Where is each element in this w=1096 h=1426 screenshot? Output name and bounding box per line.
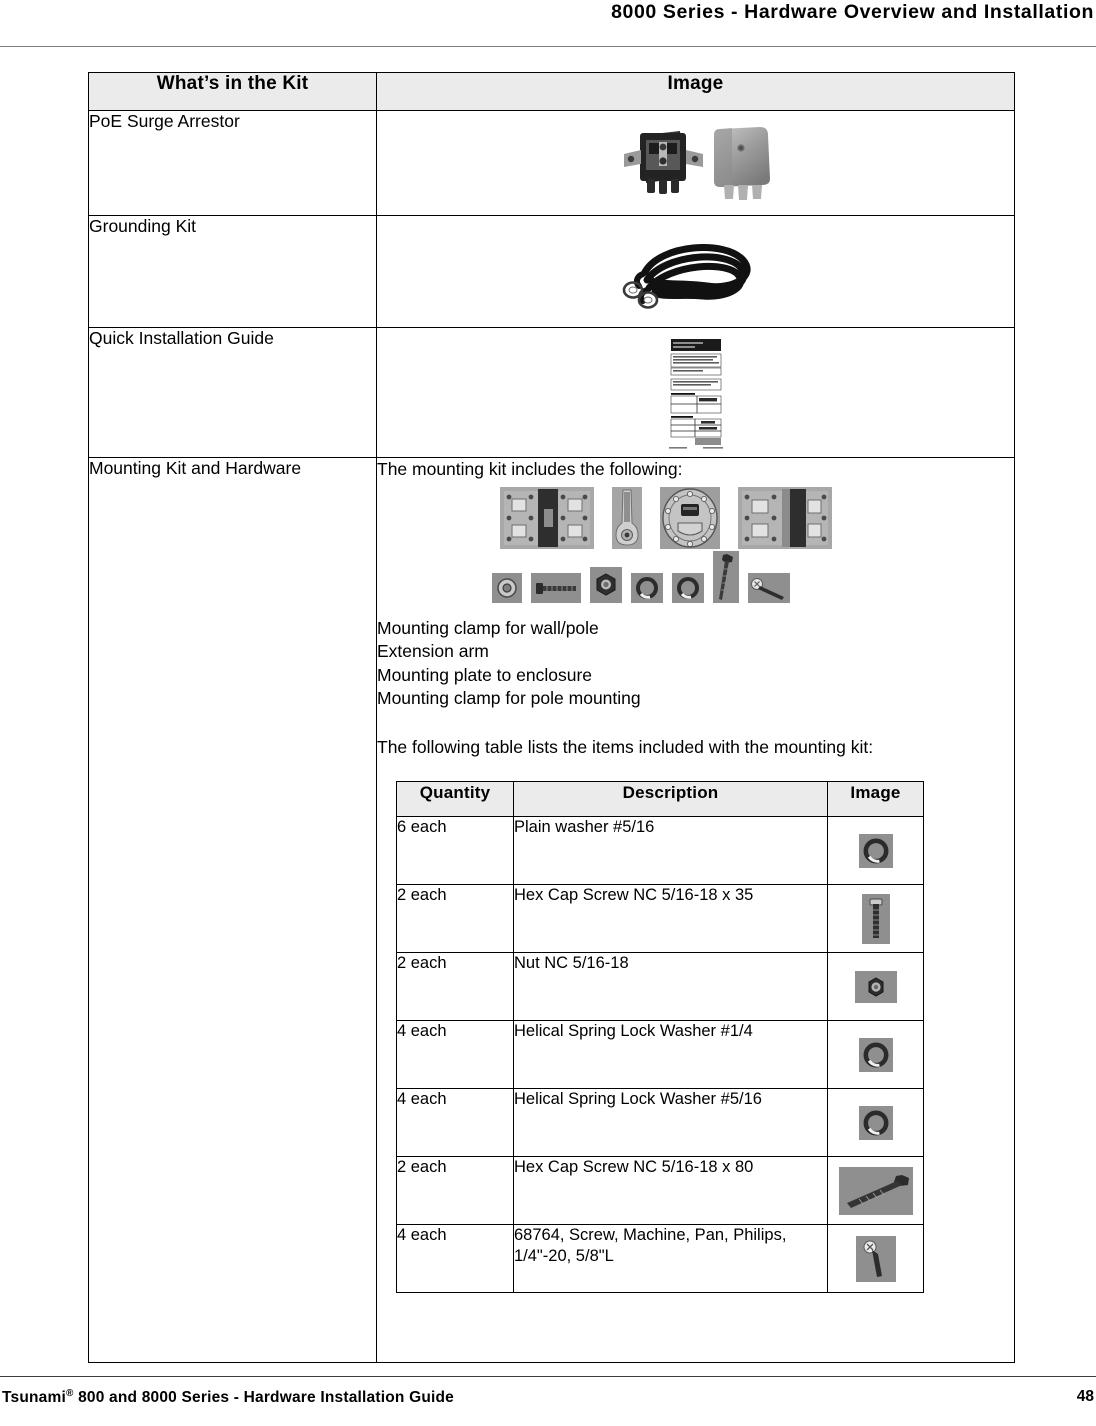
column-header-image: Image — [376, 72, 1015, 111]
lock-washer-five-sixteenth-photo — [858, 1105, 893, 1140]
part-image-cell — [827, 1088, 924, 1158]
table-row: 4 each 68764, Screw, Machine, Pan, Phili… — [396, 1224, 924, 1294]
mounting-plate-enclosure-photo — [659, 487, 720, 550]
mounting-parts-table: Quantity Description Image 6 each Plain … — [396, 781, 924, 1294]
part-quantity: 4 each — [396, 1224, 514, 1294]
part-quantity: 2 each — [396, 1156, 514, 1226]
mounting-kit-cell: The mounting kit includes the following: — [376, 457, 1015, 1363]
kit-item-image-cell — [376, 215, 1015, 328]
header-divider — [0, 46, 1096, 47]
table-row: 4 each Helical Spring Lock Washer #1/4 — [396, 1020, 924, 1090]
part-image-cell — [827, 816, 924, 886]
lock-washer-five-sixteenth-photo — [671, 573, 704, 604]
list-item: Mounting plate to enclosure — [377, 664, 592, 685]
kit-item-image-cell — [376, 110, 1015, 216]
plain-washer-photo — [491, 573, 522, 604]
mounting-clamp-pole-photo — [737, 487, 832, 550]
kit-contents-table: What’s in the Kit Image PoE Surge Arrest… — [88, 72, 1015, 1363]
quick-install-guide-photo — [664, 334, 727, 451]
column-header-image: Image — [827, 781, 924, 818]
part-description: Nut NC 5/16-18 — [513, 952, 828, 1022]
part-quantity: 4 each — [396, 1088, 514, 1158]
lock-washer-quarter-photo — [858, 1037, 893, 1072]
poe-surge-arrestor-photo — [623, 127, 770, 200]
column-header-quantity: Quantity — [396, 781, 514, 818]
kit-item-label: Mounting Kit and Hardware — [88, 457, 377, 1363]
kit-item-label: Quick Installation Guide — [88, 327, 377, 458]
mounting-figures-row-2 — [377, 551, 1014, 604]
part-description: Hex Cap Screw NC 5/16-18 x 80 — [513, 1156, 828, 1226]
plain-washer-photo — [858, 833, 893, 868]
lock-washer-quarter-photo — [630, 573, 663, 604]
page-footer: Tsunami® 800 and 8000 Series - Hardware … — [0, 1376, 1096, 1420]
page-header: 8000 Series - Hardware Overview and Inst… — [0, 0, 1096, 48]
mounting-figures-row-1 — [377, 487, 1014, 550]
extension-arm-photo — [611, 487, 642, 550]
footer-guide-name-pre: Tsunami — [2, 1389, 66, 1407]
registered-trademark-icon: ® — [65, 1388, 74, 1399]
mounting-intro-text: The mounting kit includes the following: — [377, 459, 683, 479]
table-row: 2 each Hex Cap Screw NC 5/16-18 x 35 — [396, 884, 924, 954]
part-image-cell — [827, 952, 924, 1022]
mounting-components-list: Mounting clamp for wall/pole Extension a… — [377, 617, 1014, 710]
page-title: 8000 Series - Hardware Overview and Inst… — [611, 1, 1094, 23]
kit-item-label: PoE Surge Arrestor — [88, 110, 377, 216]
table-row: 4 each Helical Spring Lock Washer #5/16 — [396, 1088, 924, 1158]
part-description: Helical Spring Lock Washer #5/16 — [513, 1088, 828, 1158]
table-row: 2 each Nut NC 5/16-18 — [396, 952, 924, 1022]
column-header-kit: What’s in the Kit — [88, 72, 377, 111]
table-row: 6 each Plain washer #5/16 — [396, 816, 924, 886]
machine-screw-photo — [747, 573, 790, 604]
column-header-description: Description — [513, 781, 828, 818]
part-image-cell — [827, 884, 924, 954]
list-item: Mounting clamp for pole mounting — [377, 687, 641, 708]
part-description: Hex Cap Screw NC 5/16-18 x 35 — [513, 884, 828, 954]
part-quantity: 6 each — [396, 816, 514, 886]
table-header-row: What’s in the Kit Image — [88, 72, 1015, 111]
footer-guide-name-post: 800 and 8000 Series - Hardware Installat… — [73, 1389, 454, 1407]
kit-item-label: Grounding Kit — [88, 215, 377, 328]
part-quantity: 4 each — [396, 1020, 514, 1090]
hex-cap-screw-35-photo — [530, 573, 581, 604]
part-image-cell — [827, 1020, 924, 1090]
part-quantity: 2 each — [396, 884, 514, 954]
footer-guide-name: Tsunami® 800 and 8000 Series - Hardware … — [2, 1388, 454, 1407]
part-quantity: 2 each — [396, 952, 514, 1022]
parts-table-intro-text: The following table lists the items incl… — [377, 737, 874, 758]
part-image-cell — [827, 1224, 924, 1294]
machine-screw-photo — [855, 1235, 896, 1282]
hex-cap-screw-80-photo — [712, 551, 739, 604]
grounding-cable-photo — [622, 243, 751, 309]
kit-item-image-cell — [376, 327, 1015, 458]
page-number: 48 — [1076, 1388, 1094, 1405]
table-row: 2 each Hex Cap Screw NC 5/16-18 x 80 — [396, 1156, 924, 1226]
hex-cap-screw-35-photo — [861, 893, 890, 944]
hex-cap-screw-80-photo — [838, 1166, 913, 1215]
hex-nut-photo — [589, 567, 622, 604]
part-description: 68764, Screw, Machine, Pan, Philips, 1/4… — [513, 1224, 828, 1294]
part-image-cell — [827, 1156, 924, 1226]
parts-header-row: Quantity Description Image — [396, 781, 924, 818]
part-description: Plain washer #5/16 — [513, 816, 828, 886]
table-row: PoE Surge Arrestor — [88, 110, 1015, 216]
part-description: Helical Spring Lock Washer #1/4 — [513, 1020, 828, 1090]
table-row: Grounding Kit — [88, 215, 1015, 328]
list-item: Mounting clamp for wall/pole — [377, 618, 599, 639]
table-row: Quick Installation Guide — [88, 327, 1015, 458]
table-row: Mounting Kit and Hardware The mounting k… — [88, 457, 1015, 1363]
list-item: Extension arm — [377, 641, 489, 662]
mounting-clamp-wall-pole-photo — [499, 487, 594, 550]
hex-nut-photo — [854, 970, 897, 1003]
footer-divider — [0, 1376, 1096, 1377]
